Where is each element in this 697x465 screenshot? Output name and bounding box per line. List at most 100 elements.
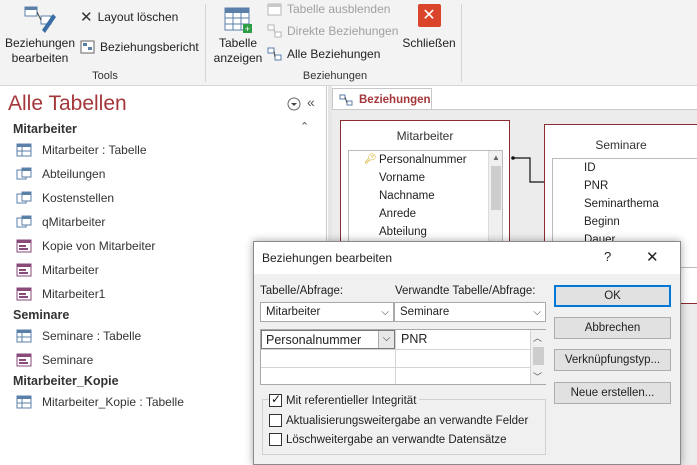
field-label: Abteilung — [379, 226, 427, 238]
chevron-down-icon[interactable]: ⌵ — [378, 331, 394, 348]
nav-item[interactable]: Kopie von Mitarbeiter — [16, 236, 155, 256]
all-relationships-button[interactable]: Alle Beziehungen — [267, 44, 380, 64]
close-label: Schließen — [402, 36, 456, 50]
nav-category-seminare[interactable]: Seminare — [13, 308, 69, 322]
close-icon[interactable]: ✕ — [646, 248, 659, 266]
scroll-up-icon[interactable]: ▲ — [491, 153, 501, 163]
field-left-value: Personalnummer — [266, 333, 362, 347]
create-new-button[interactable]: Neue erstellen... — [554, 382, 671, 404]
relationship-report-button[interactable]: Beziehungsbericht — [80, 37, 199, 57]
chevron-down-icon[interactable]: ⌵ — [381, 304, 389, 322]
tab-beziehungen[interactable]: Beziehungen — [332, 88, 432, 110]
field-item[interactable]: PNR — [553, 177, 697, 195]
close-icon: ✕ — [417, 4, 441, 27]
nav-item-label: Kostenstellen — [42, 191, 115, 205]
table-icon — [16, 395, 32, 409]
checkbox-label: Mit referentieller Integrität — [286, 394, 417, 407]
hide-table-label: Tabelle ausblenden — [287, 2, 391, 16]
help-icon[interactable]: ? — [604, 249, 611, 264]
field-item[interactable]: Beginn — [553, 213, 697, 231]
chevron-down-icon[interactable]: ⌵ — [533, 304, 541, 322]
field-label: Personalnummer — [379, 154, 467, 166]
ribbon-separator — [205, 4, 206, 82]
nav-category-mitarbeiter-kopie[interactable]: Mitarbeiter_Kopie — [13, 374, 119, 388]
checkbox-icon[interactable] — [269, 433, 282, 446]
checkbox-icon[interactable] — [269, 414, 282, 427]
edit-relationships-button[interactable]: Beziehungen bearbeiten — [4, 4, 76, 66]
nav-item[interactable]: Mitarbeiter1 — [16, 284, 105, 304]
nav-item[interactable]: Seminare : Tabelle — [16, 326, 141, 346]
edit-relationships-dialog: Beziehungen bearbeiten ? ✕ Tabelle/Abfra… — [253, 241, 681, 465]
scroll-thumb[interactable] — [491, 166, 501, 210]
nav-item[interactable]: Seminare — [16, 350, 93, 370]
checkbox-icon[interactable] — [269, 392, 282, 407]
nav-item[interactable]: Abteilungen — [16, 164, 105, 184]
all-relationships-icon — [267, 47, 282, 61]
nav-item[interactable]: Kostenstellen — [16, 188, 114, 208]
relationships-group-label: Beziehungen — [302, 70, 368, 82]
field-right-cell[interactable]: PNR — [397, 330, 530, 349]
close-relationships-button[interactable]: ✕ Schließen — [400, 4, 458, 51]
show-table-icon: + — [224, 7, 252, 34]
nav-item-label: Seminare — [42, 353, 94, 367]
key-icon: 🔑︎ — [364, 154, 377, 165]
nav-item[interactable]: Mitarbeiter — [16, 260, 99, 280]
join-type-button[interactable]: Verknüpfungstyp... — [554, 349, 671, 371]
field-label: Vorname — [379, 172, 426, 184]
table-window-mitarbeiter[interactable]: Mitarbeiter 🔑︎ Personalnummer Vorname Nac… — [340, 120, 510, 262]
report-icon — [80, 40, 95, 54]
cascade-delete-checkbox[interactable]: Löschweitergabe an verwandte Datensätze — [269, 433, 507, 446]
field-mapping-grid[interactable]: Personalnummer ⌵ PNR ︿ ﹀ — [260, 329, 546, 385]
ribbon: Beziehungen bearbeiten ✕ Layout löschen … — [0, 0, 697, 86]
nav-item[interactable]: Mitarbeiter_Kopie : Tabelle — [16, 392, 184, 412]
direct-relationships-icon — [267, 24, 282, 38]
field-label: Nachname — [379, 190, 435, 202]
all-relationships-label: Alle Beziehungen — [287, 47, 381, 61]
collapse-pane-icon[interactable]: « — [307, 94, 321, 110]
query-icon — [16, 215, 32, 228]
field-label: Anrede — [379, 208, 417, 220]
table-icon — [16, 143, 32, 157]
field-item[interactable]: 🔑︎ Personalnummer — [349, 151, 502, 169]
referential-integrity-checkbox[interactable]: Mit referentieller Integrität — [269, 392, 420, 407]
form-icon — [16, 263, 32, 277]
grid-scrollbar[interactable]: ︿ ﹀ — [531, 330, 546, 384]
table-query-select[interactable]: Mitarbeiter ⌵ — [260, 302, 394, 322]
field-item[interactable]: Anrede — [349, 205, 502, 223]
table-icon — [16, 329, 32, 343]
hide-table-icon — [267, 3, 282, 15]
nav-category-mitarbeiter[interactable]: Mitarbeiter — [13, 122, 77, 136]
clear-layout-button[interactable]: ✕ Layout löschen — [80, 7, 178, 27]
cascade-update-checkbox[interactable]: Aktualisierungsweitergabe an verwandte F… — [269, 414, 528, 427]
cancel-button[interactable]: Abbrechen — [554, 317, 671, 339]
form-icon — [16, 287, 32, 301]
relationships-tab-icon — [339, 94, 353, 105]
field-label: PNR — [584, 180, 609, 192]
hide-table-button[interactable]: Tabelle ausblenden — [267, 0, 390, 19]
collapse-category-icon[interactable]: ⌃ — [300, 120, 309, 133]
nav-item[interactable]: Mitarbeiter : Tabelle — [16, 140, 147, 160]
field-item[interactable]: ID — [553, 159, 697, 177]
nav-title[interactable]: Alle Tabellen — [8, 92, 127, 116]
field-label: ID — [584, 162, 596, 174]
ok-button[interactable]: OK — [554, 285, 671, 307]
nav-item[interactable]: qMitarbeiter — [16, 212, 105, 232]
related-table-query-select[interactable]: Seminare ⌵ — [394, 302, 546, 322]
show-table-button[interactable]: + Tabelle anzeigen — [210, 4, 266, 66]
scroll-thumb[interactable] — [533, 347, 544, 365]
grid-divider — [395, 330, 396, 384]
nav-menu-dropdown-icon[interactable] — [287, 97, 301, 111]
direct-relationships-button[interactable]: Direkte Beziehungen — [267, 21, 398, 41]
chevron-up-icon[interactable]: ︿ — [533, 331, 542, 344]
dialog-titlebar[interactable]: Beziehungen bearbeiten ? ✕ — [254, 242, 680, 274]
field-item[interactable]: Abteilung — [349, 223, 502, 241]
nav-item-label: Mitarbeiter : Tabelle — [42, 143, 147, 157]
edit-relationships-icon — [24, 6, 56, 33]
chevron-down-icon[interactable]: ﹀ — [533, 370, 542, 383]
field-item[interactable]: Seminarthema — [553, 195, 697, 213]
edit-relationships-label: Beziehungen bearbeiten — [4, 36, 76, 65]
field-left-cell[interactable]: Personalnummer ⌵ — [261, 330, 395, 349]
table-query-label: Tabelle/Abfrage: — [260, 285, 344, 297]
field-item[interactable]: Vorname — [349, 169, 502, 187]
field-item[interactable]: Nachname — [349, 187, 502, 205]
